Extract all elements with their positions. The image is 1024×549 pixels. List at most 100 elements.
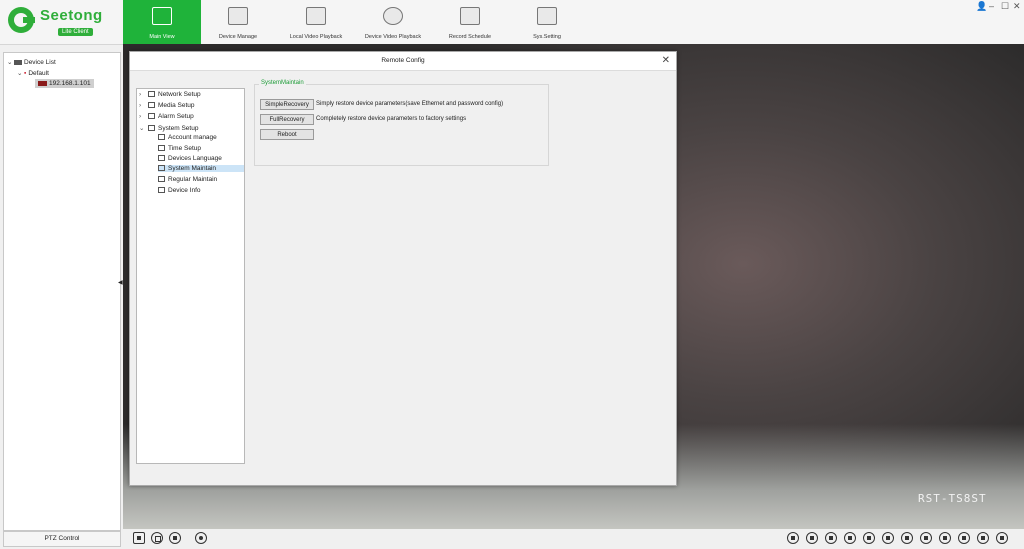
grid-icon bbox=[158, 155, 165, 162]
bottom-control-bar bbox=[123, 529, 1024, 549]
cfg-item-label: Device Info bbox=[168, 187, 201, 194]
nav-label: Sys.Setting bbox=[533, 34, 561, 40]
chevron-down-icon[interactable]: ⌄ bbox=[17, 69, 24, 77]
logo-mark-icon bbox=[8, 7, 35, 33]
nav-label: Device Video Playback bbox=[364, 34, 422, 40]
layout-25-icon[interactable] bbox=[958, 532, 970, 544]
simple-recovery-description: Simply restore device parameters(save Et… bbox=[316, 101, 504, 107]
cfg-item-devices-language[interactable]: Devices Language bbox=[158, 155, 222, 162]
cfg-item-regular-maintain[interactable]: Regular Maintain bbox=[158, 176, 217, 183]
ptz-control-button[interactable]: PTZ Control bbox=[3, 531, 121, 547]
grid-icon bbox=[158, 176, 165, 183]
layout-36-icon[interactable] bbox=[996, 532, 1008, 544]
top-toolbar: Seetong Lite Client Main View Device Man… bbox=[0, 0, 1024, 45]
minimize-icon[interactable]: – bbox=[989, 1, 994, 11]
device-manage-icon bbox=[228, 7, 248, 25]
app-logo: Seetong Lite Client bbox=[6, 4, 122, 40]
group-title: SystemMaintain bbox=[259, 80, 306, 86]
grid-icon bbox=[158, 145, 165, 152]
cfg-item-label: Devices Language bbox=[168, 155, 222, 162]
cfg-item-system-maintain[interactable]: System Maintain bbox=[158, 165, 244, 172]
expand-icon[interactable]: › bbox=[139, 102, 148, 109]
layout-10-icon[interactable] bbox=[882, 532, 894, 544]
simple-recovery-button[interactable]: SimpleRecovery bbox=[260, 99, 314, 110]
expand-icon[interactable]: › bbox=[139, 113, 148, 120]
tree-device-item[interactable]: 192.168.1.101 bbox=[35, 79, 94, 88]
nav-sys-setting[interactable]: Sys.Setting bbox=[508, 0, 586, 44]
tree-root[interactable]: ⌄ Device List bbox=[7, 58, 56, 66]
cfg-item-label: System Setup bbox=[158, 125, 199, 132]
layout-20-icon[interactable] bbox=[939, 532, 951, 544]
collapse-arrow-icon[interactable]: ◀ bbox=[118, 279, 123, 286]
brand-name: Seetong bbox=[40, 7, 103, 24]
dialog-close-icon[interactable]: ✕ bbox=[662, 55, 670, 66]
full-recovery-description: Completely restore device parameters to … bbox=[316, 116, 467, 122]
capture-icon[interactable] bbox=[133, 532, 145, 544]
remote-config-dialog: Remote Config ✕ › Network Setup › Media Se… bbox=[129, 51, 677, 486]
layout-1-icon[interactable] bbox=[787, 532, 799, 544]
tree-device-label: 192.168.1.101 bbox=[49, 80, 91, 87]
tree-group-default[interactable]: ⌄ ▪ Default bbox=[17, 69, 49, 77]
group-icon: ▪ bbox=[24, 70, 27, 77]
cfg-item-label: Regular Maintain bbox=[168, 176, 218, 183]
layout-13-icon[interactable] bbox=[901, 532, 913, 544]
layout-6-icon[interactable] bbox=[825, 532, 837, 544]
video-osd-label: RST-TS8ST bbox=[918, 492, 987, 505]
layout-9-icon[interactable] bbox=[863, 532, 875, 544]
monitor-play-icon bbox=[152, 7, 172, 25]
grid-icon bbox=[158, 165, 165, 172]
grid-icon bbox=[148, 102, 155, 109]
cfg-item-alarm-setup[interactable]: › Alarm Setup bbox=[139, 113, 194, 120]
grid-icon bbox=[148, 125, 155, 132]
config-tree: › Network Setup › Media Setup › Alarm Setup… bbox=[136, 88, 245, 464]
expand-icon[interactable]: › bbox=[139, 91, 148, 98]
cfg-item-system-setup[interactable]: ⌄ System Setup bbox=[139, 124, 198, 132]
reboot-button[interactable]: Reboot bbox=[260, 129, 314, 140]
full-recovery-button[interactable]: FullRecovery bbox=[260, 114, 314, 125]
fullscreen-icon[interactable] bbox=[151, 532, 163, 544]
settings-monitor-icon bbox=[537, 7, 557, 25]
cfg-item-time-setup[interactable]: Time Setup bbox=[158, 145, 201, 152]
cfg-item-label: Media Setup bbox=[158, 102, 195, 109]
cfg-item-media-setup[interactable]: › Media Setup bbox=[139, 102, 195, 109]
nav-record-schedule[interactable]: Record Schedule bbox=[431, 0, 509, 44]
nav-label: Record Schedule bbox=[448, 34, 492, 40]
chevron-down-icon[interactable]: ⌄ bbox=[7, 58, 14, 66]
cfg-item-label: System Maintain bbox=[168, 165, 217, 172]
grid-icon bbox=[158, 187, 165, 194]
expand-icon[interactable]: ⌄ bbox=[139, 124, 148, 132]
maximize-icon[interactable]: ☐ bbox=[1001, 1, 1009, 12]
layout-32-icon[interactable] bbox=[977, 532, 989, 544]
device-list-icon bbox=[14, 59, 22, 65]
replay-icon bbox=[383, 7, 403, 25]
grid-icon bbox=[158, 134, 165, 141]
refresh-icon[interactable] bbox=[195, 532, 207, 544]
dialog-title: Remote Config bbox=[130, 52, 676, 71]
cfg-item-network-setup[interactable]: › Network Setup bbox=[139, 91, 201, 98]
film-icon bbox=[306, 7, 326, 25]
stop-icon[interactable] bbox=[169, 532, 181, 544]
device-tree-panel: ⌄ Device List ⌄ ▪ Default 192.168.1.101 bbox=[3, 52, 121, 531]
nav-local-video-playback[interactable]: Local Video Playback bbox=[277, 0, 355, 44]
tree-group-label: Default bbox=[28, 70, 49, 77]
cfg-item-label: Network Setup bbox=[158, 91, 201, 98]
layout-4-icon[interactable] bbox=[806, 532, 818, 544]
nav-device-manage[interactable]: Device Manage bbox=[199, 0, 277, 44]
layout-8-icon[interactable] bbox=[844, 532, 856, 544]
nav-main-view[interactable]: Main View bbox=[123, 0, 201, 44]
user-icon[interactable]: 👤 bbox=[976, 1, 987, 12]
cfg-item-label: Alarm Setup bbox=[158, 113, 194, 120]
cfg-item-label: Account manage bbox=[168, 134, 217, 141]
nav-label: Main View bbox=[149, 34, 175, 40]
brand-subtitle: Lite Client bbox=[58, 28, 93, 36]
layout-16-icon[interactable] bbox=[920, 532, 932, 544]
close-icon[interactable]: ✕ bbox=[1013, 1, 1021, 12]
nav-device-video-playback[interactable]: Device Video Playback bbox=[354, 0, 432, 44]
grid-icon bbox=[148, 91, 155, 98]
cfg-item-device-info[interactable]: Device Info bbox=[158, 187, 201, 194]
tree-root-label: Device List bbox=[24, 59, 56, 66]
camera-icon bbox=[38, 80, 47, 86]
nav-label: Local Video Playback bbox=[289, 34, 343, 40]
cfg-item-account-manage[interactable]: Account manage bbox=[158, 134, 217, 141]
nav-label: Device Manage bbox=[218, 34, 258, 40]
